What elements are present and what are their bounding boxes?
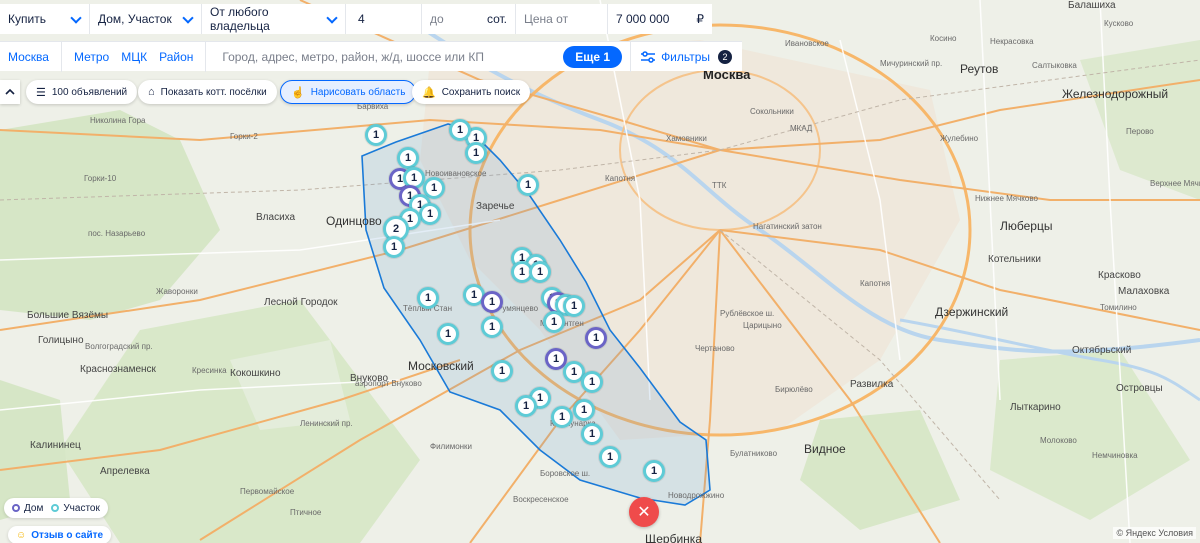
geo-metro-link[interactable]: Метро (68, 50, 115, 64)
plot-marker[interactable]: 1 (449, 119, 471, 141)
save-search-button[interactable]: 🔔 Сохранить поиск (412, 80, 531, 104)
price-from-input[interactable]: Цена от (516, 4, 608, 34)
plot-marker[interactable]: 1 (437, 323, 459, 345)
filters-button[interactable]: Фильтры 2 (630, 41, 742, 72)
bell-icon: 🔔 (422, 86, 436, 99)
house-legend-dot (12, 504, 20, 512)
map-legend: Дом Участок (4, 498, 108, 518)
geo-moscow-link[interactable]: Москва (2, 50, 55, 64)
filters-count-badge: 2 (718, 49, 732, 64)
plot-marker[interactable]: 1 (491, 360, 513, 382)
price-to-input[interactable]: 7 000 000 ₽ (608, 4, 712, 34)
show-villages-label: Показать котт. посёлки (160, 86, 267, 98)
filters-label: Фильтры (661, 49, 710, 64)
chevron-up-icon (5, 88, 15, 95)
plot-marker[interactable]: 1 (517, 174, 539, 196)
area-unit: сот. (486, 12, 507, 26)
show-villages-button[interactable]: ⌂ Показать котт. посёлки (138, 80, 277, 104)
collapse-button[interactable] (0, 80, 20, 104)
area-to-input[interactable]: до сот. (422, 4, 516, 34)
plot-marker[interactable]: 1 (551, 406, 573, 428)
plot-marker[interactable]: 1 (481, 316, 503, 338)
draw-area-label: Нарисовать область (310, 86, 406, 98)
listings-label: 100 объявлений (51, 86, 128, 98)
deal-type-select[interactable]: Купить (0, 4, 90, 34)
plot-marker[interactable]: 1 (573, 399, 595, 421)
price-from-placeholder: Цена от (524, 12, 569, 26)
list-icon: ☰ (36, 86, 46, 99)
plot-marker[interactable]: 1 (581, 423, 603, 445)
plot-marker[interactable]: 1 (643, 460, 665, 482)
plot-marker[interactable]: 1 (397, 147, 419, 169)
sliders-icon (641, 50, 656, 63)
deal-type-value: Купить (8, 12, 46, 26)
plot-marker[interactable]: 1 (383, 236, 405, 258)
plot-marker[interactable]: 1 (419, 203, 441, 225)
plot-marker[interactable]: 1 (417, 287, 439, 309)
geo-search-input[interactable]: Город, адрес, метро, район, ж/д, шоссе и… (212, 50, 563, 64)
listings-button[interactable]: ☰ 100 объявлений (26, 80, 138, 104)
price-to-value: 7 000 000 (616, 12, 670, 26)
feedback-button[interactable]: ☺ Отзыв о сайте (8, 526, 112, 543)
house-icon: ⌂ (148, 86, 155, 98)
divider (60, 41, 62, 72)
house-marker[interactable]: 1 (481, 291, 503, 313)
owner-select[interactable]: От любого владельца (202, 4, 346, 34)
clear-area-button[interactable]: ✕ (629, 497, 659, 527)
plot-marker[interactable]: 1 (581, 371, 603, 393)
plot-marker[interactable]: 1 (365, 124, 387, 146)
save-search-label: Сохранить поиск (441, 86, 521, 98)
area-to-placeholder: до (430, 12, 444, 26)
plot-marker[interactable]: 1 (563, 295, 585, 317)
smile-icon: ☺ (16, 529, 27, 541)
area-from-value: 4 (358, 12, 365, 26)
feedback-label: Отзыв о сайте (31, 529, 104, 541)
draw-area-button[interactable]: ☝ Нарисовать область (280, 80, 417, 104)
chevron-down-icon (71, 14, 81, 24)
area-from-input[interactable]: 4 (346, 4, 422, 34)
plot-legend-dot (51, 504, 60, 512)
map-copyright[interactable]: © Яндекс Условия (1113, 527, 1196, 539)
geo-search-bar: Москва Метро МЦК Район Город, адрес, мет… (0, 41, 742, 72)
object-type-value: Дом, Участок (98, 12, 172, 26)
geo-mck-link[interactable]: МЦК (115, 50, 153, 64)
filter-bar: Купить Дом, Участок От любого владельца … (0, 4, 712, 34)
plot-marker[interactable]: 1 (599, 446, 621, 468)
hand-pointer-icon: ☝ (291, 86, 305, 99)
close-icon: ✕ (637, 504, 651, 521)
house-marker[interactable]: 1 (585, 327, 607, 349)
currency-sign: ₽ (696, 12, 704, 26)
plot-marker[interactable]: 1 (515, 395, 537, 417)
plot-marker[interactable]: 1 (529, 261, 551, 283)
owner-value: От любого владельца (210, 5, 270, 33)
plot-marker[interactable]: 1 (465, 142, 487, 164)
more-locations-button[interactable]: Еще 1 (563, 45, 623, 68)
house-legend-label: Дом (24, 502, 44, 514)
plot-legend-label: Участок (63, 502, 100, 514)
plot-marker[interactable]: 1 (543, 311, 565, 333)
object-type-select[interactable]: Дом, Участок (90, 4, 202, 34)
geo-district-link[interactable]: Район (153, 50, 199, 64)
divider (205, 41, 207, 72)
chevron-down-icon (183, 14, 193, 24)
chevron-down-icon (327, 14, 337, 24)
